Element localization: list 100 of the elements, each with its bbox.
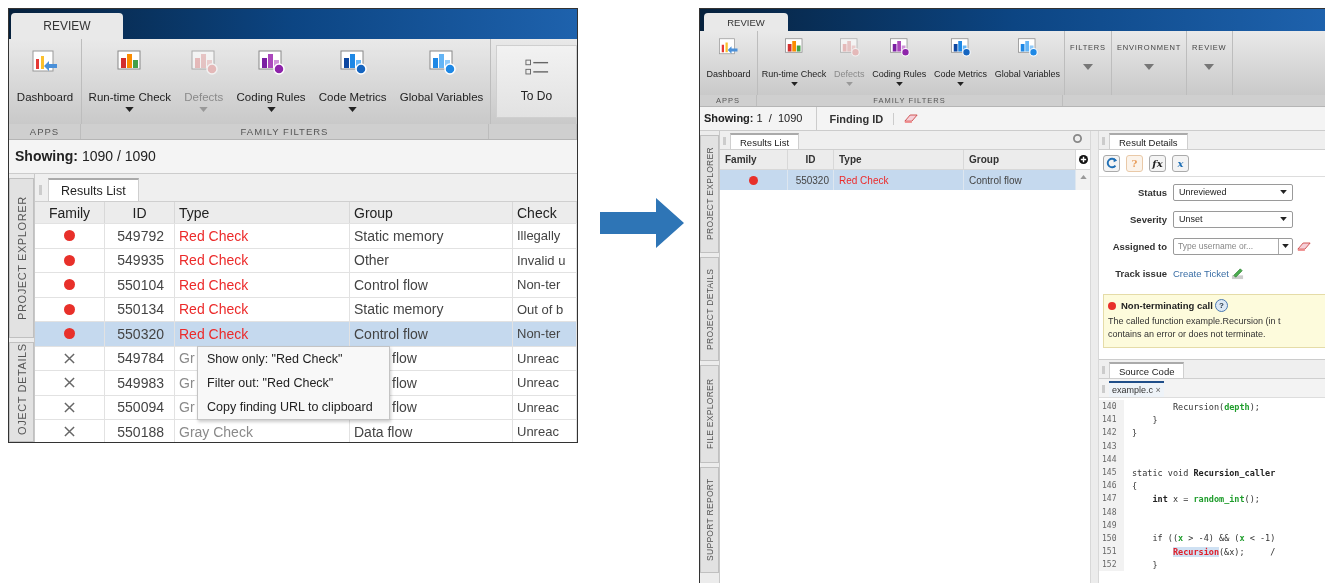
table-cell: flow bbox=[392, 374, 417, 391]
side-tab[interactable]: PROJECT DETAILS bbox=[700, 257, 719, 361]
panel-tab[interactable]: Source Code bbox=[1109, 362, 1185, 378]
table-cell: Unreac bbox=[517, 399, 559, 415]
table-cell: Unreac bbox=[517, 424, 559, 440]
table-row[interactable]: 550320 Red Check Control flow bbox=[720, 170, 1090, 190]
table-cell: Unreac bbox=[517, 350, 559, 366]
side-tab[interactable]: SUPPORT REPORT bbox=[700, 467, 719, 573]
line-number: 142 bbox=[1099, 426, 1124, 440]
create-ticket-link[interactable]: Create Ticket bbox=[1173, 267, 1229, 279]
column-header[interactable]: Type bbox=[175, 202, 350, 223]
input-field[interactable]: Type username or... bbox=[1174, 241, 1278, 251]
side-tab[interactable]: PROJECT EXPLORER bbox=[700, 135, 719, 253]
finding-id-button[interactable]: Finding ID bbox=[829, 112, 884, 125]
ribbon-tab[interactable]: REVIEW bbox=[704, 13, 788, 31]
column-header[interactable]: ID bbox=[105, 202, 175, 223]
table-cell: Non-ter bbox=[517, 326, 561, 342]
help-button[interactable]: ? bbox=[1214, 299, 1228, 312]
message-text: The called function example.Recursion (in t bbox=[1108, 315, 1282, 328]
eraser-icon[interactable] bbox=[904, 113, 919, 124]
bar-chart-icon bbox=[189, 49, 218, 75]
line-number: 147 bbox=[1099, 492, 1124, 506]
toolbar-button[interactable]: Global Variables bbox=[994, 31, 1061, 79]
toolbar-button[interactable]: Code Metrics bbox=[934, 31, 988, 86]
column-header[interactable]: Check bbox=[513, 202, 577, 223]
dropdown[interactable]: Unreviewed bbox=[1173, 183, 1293, 201]
file-tab[interactable]: example.c × bbox=[1109, 381, 1164, 397]
table-cell: Control flow bbox=[354, 276, 428, 293]
caret-icon bbox=[1204, 64, 1215, 70]
table-cell: Gr bbox=[179, 374, 195, 391]
table-cell: 549792 bbox=[117, 227, 164, 244]
cross-icon bbox=[64, 426, 75, 438]
combo-box[interactable]: Type username or... bbox=[1173, 237, 1293, 255]
bar-chart-icon bbox=[838, 37, 860, 57]
showing-count: Showing: 1090 / 1090 bbox=[15, 148, 156, 164]
toolbar-button[interactable]: Dashboard bbox=[16, 39, 74, 103]
field-label: Severity bbox=[1129, 213, 1168, 225]
panel-tab[interactable]: Results List bbox=[48, 178, 139, 201]
line-number: 141 bbox=[1099, 413, 1124, 427]
dropdown[interactable]: Unset bbox=[1173, 210, 1293, 228]
table-row[interactable]: 549792 Red Check Static memory Illegally bbox=[35, 224, 577, 249]
column-header[interactable]: Type bbox=[834, 150, 964, 169]
group-label: APPS bbox=[9, 124, 81, 139]
menu-item[interactable]: Filter out: "Red Check" bbox=[198, 371, 389, 395]
table-cell: Unreac bbox=[517, 375, 559, 391]
side-tab[interactable]: PROJECT EXPLORER bbox=[9, 178, 34, 338]
table-cell: Red Check bbox=[179, 276, 249, 293]
toolbar-button[interactable]: Dashboard bbox=[706, 31, 751, 79]
line-number: 152 bbox=[1099, 558, 1124, 572]
code-line: if ((x > -4) && (x < -1) bbox=[1151, 533, 1276, 544]
table-cell: 550104 bbox=[117, 276, 164, 293]
eraser-icon[interactable] bbox=[1297, 240, 1311, 252]
table-row[interactable]: 550320 Red Check Control flow Non-ter bbox=[35, 322, 577, 347]
toolbar-button[interactable]: Coding Rules bbox=[872, 31, 927, 86]
arrow-icon bbox=[600, 198, 684, 248]
toolbar-button[interactable]: Run-time Check bbox=[88, 39, 172, 112]
toolbar-button[interactable]: Global Variables bbox=[399, 39, 484, 103]
field-label: Track issue bbox=[1114, 267, 1168, 279]
menu-item[interactable]: Copy finding URL to clipboard bbox=[198, 395, 389, 419]
toolbar-button[interactable]: Code Metrics bbox=[318, 39, 387, 112]
caret-icon bbox=[1082, 64, 1093, 70]
panel-tab[interactable]: Result Details bbox=[1109, 133, 1188, 149]
bar-chart-icon bbox=[427, 49, 456, 75]
table-cell: Red Check bbox=[179, 252, 249, 269]
status-dot-icon bbox=[64, 279, 75, 291]
column-header[interactable]: Group bbox=[350, 202, 513, 223]
tool-button[interactable]: fx bbox=[1149, 154, 1166, 172]
column-header[interactable]: ID bbox=[788, 150, 834, 169]
message-text: contains an error or does not terminate. bbox=[1108, 328, 1267, 341]
table-cell: Red Check bbox=[179, 325, 249, 342]
column-header[interactable]: Family bbox=[35, 202, 105, 223]
scroll-up-icon[interactable] bbox=[1079, 175, 1087, 179]
table-cell: Control flow bbox=[354, 325, 428, 342]
status-dot-icon bbox=[64, 254, 75, 266]
toolbar-button[interactable]: Coding Rules bbox=[236, 39, 306, 112]
add-column-icon[interactable] bbox=[1078, 155, 1088, 164]
table-row[interactable]: 549935 Red Check Other Invalid u bbox=[35, 248, 577, 273]
ribbon-tab[interactable]: REVIEW bbox=[11, 13, 123, 39]
column-header[interactable]: Family bbox=[720, 150, 788, 169]
side-tab[interactable]: OJECT DETAILS bbox=[9, 342, 34, 442]
table-cell: Invalid u bbox=[517, 252, 566, 268]
table-cell: 550188 bbox=[117, 423, 164, 440]
table-cell: Gr bbox=[179, 350, 195, 367]
pencil-icon[interactable] bbox=[1230, 266, 1244, 280]
showing-count: Showing: 1 / 1090 bbox=[704, 111, 803, 126]
side-tab[interactable]: FILE EXPLORER bbox=[700, 365, 719, 463]
options-icon[interactable] bbox=[1073, 133, 1082, 143]
table-cell: 550320 bbox=[795, 174, 829, 186]
table-row[interactable]: 550104 Red Check Control flow Non-ter bbox=[35, 273, 577, 298]
tool-button[interactable]: x bbox=[1172, 154, 1189, 172]
caret-icon bbox=[1280, 190, 1287, 194]
table-cell: Gr bbox=[179, 399, 195, 416]
table-cell: Out of b bbox=[517, 301, 564, 317]
table-cell: Red Check bbox=[179, 227, 249, 244]
panel-tab[interactable]: Results List bbox=[730, 133, 800, 149]
toolbar-button[interactable]: Run-time Check bbox=[761, 31, 827, 86]
menu-item[interactable]: Show only: "Red Check" bbox=[198, 347, 389, 371]
refresh-button[interactable] bbox=[1103, 154, 1120, 172]
table-cell: Control flow bbox=[969, 174, 1022, 186]
to-do-button[interactable]: To Do bbox=[496, 45, 577, 118]
